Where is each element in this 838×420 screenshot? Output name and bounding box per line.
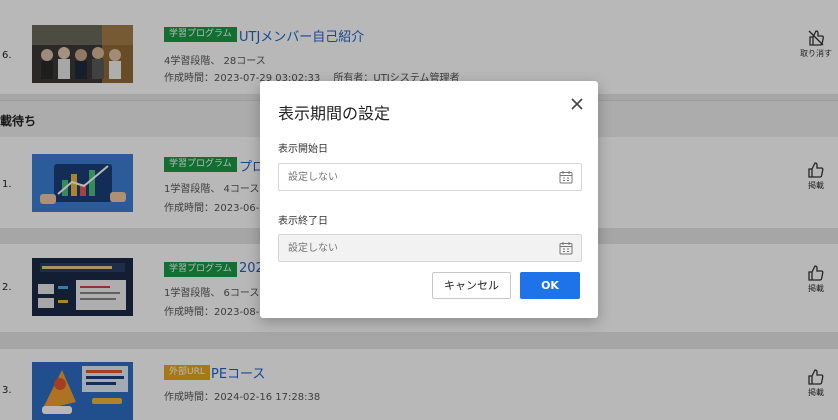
close-icon <box>571 98 583 110</box>
calendar-icon[interactable] <box>559 241 573 255</box>
dialog-title: 表示期間の設定 <box>278 104 391 123</box>
display-period-dialog: 表示期間の設定 表示開始日 表示終了日 キャンセル OK <box>260 81 598 318</box>
close-button[interactable] <box>568 95 586 113</box>
calendar-icon[interactable] <box>559 170 573 184</box>
start-date-input[interactable] <box>278 163 582 191</box>
ok-button[interactable]: OK <box>520 272 580 299</box>
end-date-input[interactable] <box>278 234 582 262</box>
end-date-label: 表示終了日 <box>278 216 328 227</box>
cancel-button[interactable]: キャンセル <box>432 272 511 299</box>
start-date-label: 表示開始日 <box>278 144 328 155</box>
